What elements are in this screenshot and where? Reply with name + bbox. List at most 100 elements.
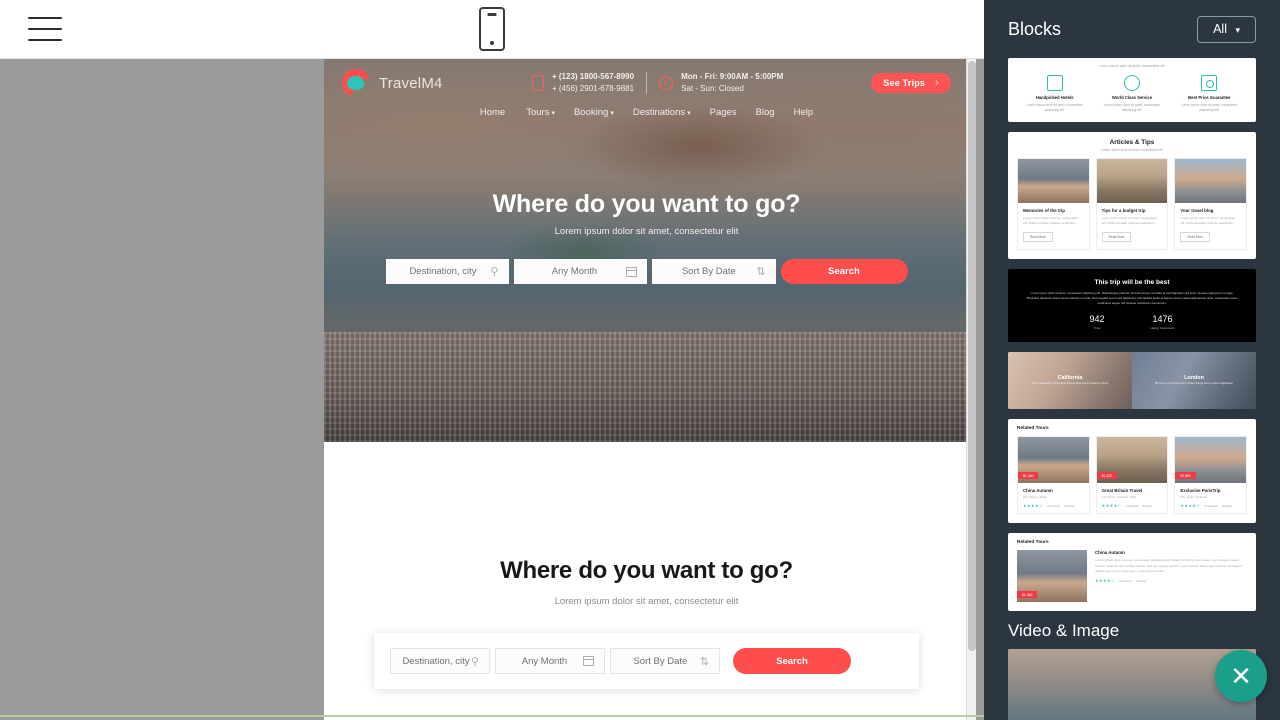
article-image [1096, 158, 1168, 203]
hours-weekday: Mon - Fri: 9:00AM - 5:00PM [681, 72, 784, 81]
article-text: Lorem ipsum dolor sit amet, consectetur … [1180, 215, 1236, 225]
globe-icon [1123, 75, 1140, 91]
block-thumbnail-features[interactable]: Lorem ipsum dolor sit amet, consectetur … [1008, 58, 1256, 122]
phone-primary: + (123) 1800-567-8990 [552, 72, 635, 81]
article-text: Lorem ipsum dolor sit amet, consectetur … [1023, 215, 1079, 225]
feature-item: Handpicked Hotels Lorem ipsum dolor sit … [1016, 75, 1093, 113]
search-button[interactable]: Search [733, 648, 851, 674]
search-icon: ⚲ [490, 266, 499, 278]
workspace-bottom-rule [0, 715, 984, 717]
tour-price: $1,020 [1096, 472, 1118, 480]
block-thumbnail-destinations[interactable]: California 115 Full-service Tours Best h… [1008, 352, 1256, 410]
article-title: Tips for a budget trip [1101, 207, 1146, 213]
hero-month-placeholder: Any Month [551, 266, 598, 277]
blocks-filter-label: All [1213, 22, 1227, 36]
blocks-panel: Blocks All ▾ Lorem ipsum dolor sit amet,… [984, 0, 1280, 720]
section-title: Where do you want to go? [500, 557, 793, 584]
nav-item-blog[interactable]: Blog [756, 107, 775, 118]
tour-price: $1,340 [1018, 472, 1039, 480]
article-button: Read More [1023, 232, 1053, 243]
feature-title: Best Price Guarantee [1188, 95, 1231, 100]
block-thumbnail-related-tours[interactable]: Related Tours $1,340 China Autumn City T… [1008, 419, 1256, 524]
nav-item-booking[interactable]: Booking ▾ [574, 107, 614, 118]
feature-item: World Class Service Lorem ipsum dolor si… [1093, 75, 1170, 113]
nav-item-pages[interactable]: Pages [710, 107, 737, 118]
close-panel-button[interactable]: ✕ [1215, 650, 1267, 702]
tour-text: Lorem ipsum dolor sit amet, consectetur … [1095, 558, 1242, 573]
tour-subtitle: City Tours, Cultural [1180, 495, 1207, 500]
feature-title: World Class Service [1111, 95, 1153, 100]
see-trips-button[interactable]: See Trips › [871, 73, 951, 93]
block-thumbnail-related-tour-wide[interactable]: Related Tours $1,340 China Autumn Lorem … [1008, 533, 1256, 612]
stats-title: This trip will be the best [1094, 279, 1170, 287]
mobile-preview-icon[interactable] [479, 7, 505, 51]
site-canvas[interactable]: TravelM4 + (123) 1800-567-8990 + (456) 2… [324, 59, 969, 720]
rating-stars: ★★★★☆ [1095, 578, 1115, 584]
tour-duration: 10 days [1221, 503, 1233, 508]
tour-duration: 8 days [1142, 503, 1152, 508]
hero-month-input[interactable]: Any Month [513, 259, 647, 284]
chevron-down-icon: ▾ [687, 110, 691, 117]
nav-label: Pages [709, 107, 737, 118]
hero-search-bar: Destination, city ⚲ Any Month Sort By Da… [324, 259, 969, 284]
hero-search-button[interactable]: Search [780, 259, 908, 284]
clock-icon [659, 76, 674, 90]
tour-subtitle: City Tours, Harbour, Park [1101, 495, 1137, 500]
block-thumbnail-stats[interactable]: This trip will be the best Lorem ipsum d… [1008, 269, 1256, 343]
blocks-filter-dropdown[interactable]: All ▾ [1197, 15, 1256, 43]
blocks-panel-header: Blocks All ▾ [984, 0, 1280, 58]
sort-icon: ⇅ [699, 655, 709, 668]
nav-item-destinations[interactable]: Destinations ▾ [633, 107, 691, 118]
phone-secondary: + (456) 2901-678-9881 [552, 84, 635, 93]
hero-destination-input[interactable]: Destination, city ⚲ [385, 259, 509, 284]
tour-price: $1,340 [1017, 591, 1038, 599]
editor-window: TravelM4 + (123) 1800-567-8990 + (456) 2… [0, 0, 1280, 720]
scrollbar-thumb[interactable] [968, 61, 976, 651]
search-card: Destination, city ⚲ Any Month Sort By Da… [374, 633, 919, 689]
hours-weekend: Sat - Sun: Closed [681, 84, 744, 93]
related-tours-title: Related Tours [1017, 426, 1049, 432]
nav-item-tours[interactable]: Tours ▾ [526, 107, 555, 118]
hero-sort-select[interactable]: Sort By Date ⇅ [651, 259, 776, 284]
article-card: Tips for a budget trip Lorem ipsum dolor… [1095, 157, 1169, 251]
blocks-list: Lorem ipsum dolor sit amet, consectetur … [984, 58, 1280, 720]
hero-destination-placeholder: Destination, city [409, 266, 477, 277]
tour-reviews: 4 reviews [1046, 503, 1061, 508]
search-icon: ⚲ [470, 655, 479, 668]
tour-price: $1,560 [1175, 472, 1196, 480]
related-tour-wide-title: Related Tours [1017, 540, 1049, 546]
destination-card: London 98 Tours of Towns Oxing Tower Kin… [1132, 352, 1256, 410]
tour-card: $1,020 Great Britain Travel City Tours, … [1095, 436, 1169, 515]
calendar-icon [583, 656, 594, 666]
tour-title: Exclusive ParisTrip [1180, 488, 1221, 494]
hero-section[interactable]: TravelM4 + (123) 1800-567-8990 + (456) 2… [324, 59, 969, 442]
month-input[interactable]: Any Month [495, 648, 605, 674]
chevron-down-icon: ▾ [551, 110, 555, 117]
block-thumbnail-articles[interactable]: Articles & Tips Lorem ipsum dolor sit am… [1008, 131, 1256, 260]
nav-item-home[interactable]: Home [480, 107, 507, 118]
destination-input[interactable]: Destination, city ⚲ [390, 648, 490, 674]
article-image [1175, 158, 1247, 203]
article-image [1018, 158, 1089, 203]
contact-phone: + (123) 1800-567-8990 + (456) 2901-678-9… [532, 71, 634, 95]
tour-reviews: 4 reviews [1118, 578, 1133, 583]
tour-duration: 15 days [1136, 578, 1147, 583]
nav-label: Destinations [632, 107, 686, 118]
hero-sort-placeholder: Sort By Date [681, 266, 736, 277]
tour-title: Great Britain Travel [1101, 488, 1143, 494]
sort-icon: ⇅ [756, 266, 766, 278]
sort-select[interactable]: Sort By Date ⇅ [610, 648, 720, 674]
feature-text: Lorem ipsum dolor sit amet, consectetur … [1103, 103, 1161, 112]
rating-stars: ★★★★☆ [1101, 503, 1122, 509]
brand[interactable]: TravelM4 [342, 69, 532, 97]
tour-card: $1,340 China Autumn City Tours, Urban ★★… [1017, 436, 1090, 515]
stat-value: 1476 [1152, 314, 1173, 325]
tour-title: China Autumn [1095, 550, 1125, 556]
see-trips-label: See Trips [883, 78, 926, 88]
article-title: Memories of the trip [1023, 207, 1065, 213]
stat-value: 942 [1089, 314, 1105, 325]
article-card: Your travel blog Lorem ipsum dolor sit a… [1174, 157, 1248, 251]
nav-item-help[interactable]: Help [794, 107, 814, 118]
features-subtitle: Lorem ipsum dolor sit amet, consectetur … [1099, 64, 1165, 68]
destination-lines: 115 Full-service Tours Best hotels Nice … [1031, 381, 1109, 386]
